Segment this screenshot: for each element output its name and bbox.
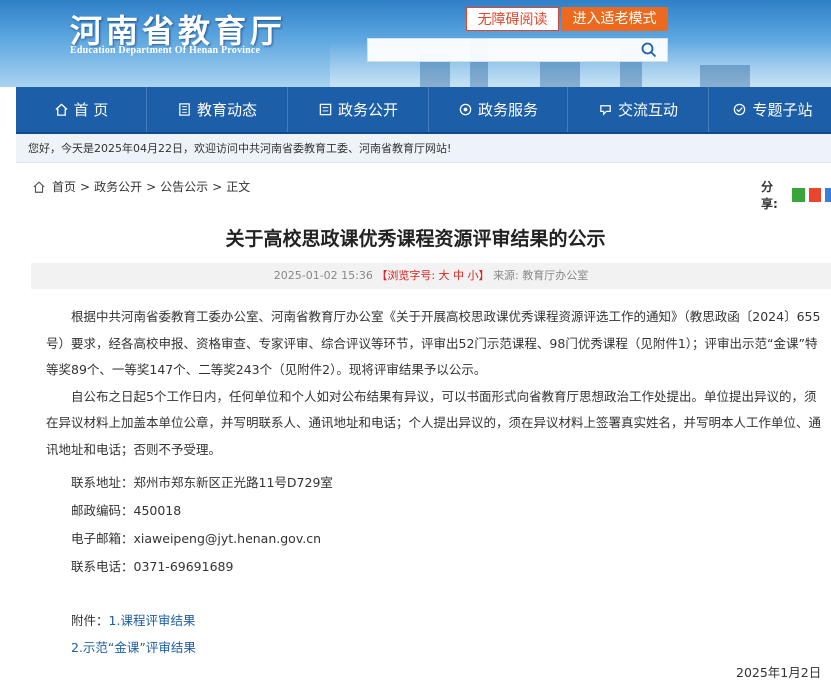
contact-postcode: 邮政编码：450018 [71, 503, 182, 518]
contact-email: 电子邮箱：xiaweipeng@jyt.henan.gov.cn [71, 531, 322, 546]
welcome-bar: 您好，今天是2025年04月22日，欢迎访问中共河南省委教育工委、河南省教育厅网… [16, 134, 831, 163]
wechat-share-icon[interactable] [791, 188, 805, 202]
breadcrumb-current: 正文 [226, 180, 251, 194]
breadcrumb-section[interactable]: 政务公开 [94, 178, 142, 195]
header-building [700, 65, 750, 87]
sign-date: 2025年1月2日 [736, 665, 822, 680]
service-icon [459, 103, 472, 116]
document-icon [319, 103, 332, 116]
nav-label: 首 页 [73, 101, 109, 119]
nav-label: 交流互动 [617, 101, 678, 119]
news-icon [179, 103, 190, 116]
breadcrumb: 首页 > 政务公开 > 公告公示 > 正文 [32, 178, 254, 195]
nav-item-home[interactable]: 首 页 [16, 87, 147, 132]
nav-label: 政务服务 [477, 101, 538, 119]
breadcrumb-home[interactable]: 首页 [52, 178, 76, 195]
breadcrumb-separator: > [212, 179, 223, 194]
qq-share-icon[interactable] [825, 188, 831, 202]
article-source: 来源: 教育厅办公室 [493, 269, 589, 282]
article-paragraph: 根据中共河南省委教育工委办公室、河南省教育厅办公室《关于开展高校思政课优秀课程资… [46, 309, 821, 377]
weibo-share-icon[interactable] [808, 188, 822, 202]
home-icon [33, 180, 45, 193]
header-building [540, 61, 580, 87]
elder-mode-button[interactable]: 进入适老模式 [561, 7, 668, 31]
attachments-label: 附件： [71, 613, 109, 628]
article-meta: 2025-01-02 15:36 【浏览字号: 大 中 小】 来源: 教育厅办公… [31, 263, 831, 289]
breadcrumb-separator: > [80, 179, 91, 194]
share-label: 分享: [761, 180, 778, 211]
attachment-link-1[interactable]: 1.课程评审结果 [109, 613, 196, 628]
main-nav: 首 页 教育动态 政务公开 政务服务 交流互动 专题子站 [16, 87, 831, 134]
article-body: 根据中共河南省委教育工委办公室、河南省教育厅办公室《关于开展高校思政课优秀课程资… [46, 304, 822, 463]
nav-item-interaction[interactable]: 交流互动 [568, 87, 709, 132]
nav-item-public[interactable]: 政务公开 [288, 87, 429, 132]
attachment-link-2[interactable]: 2.示范“金课”评审结果 [71, 640, 196, 655]
article-title: 关于高校思政课优秀课程资源评审结果的公示 [225, 228, 606, 250]
breadcrumb-separator: > [146, 179, 157, 194]
nav-item-topic[interactable]: 专题子站 [709, 87, 831, 132]
nav-label: 教育动态 [196, 101, 257, 119]
interaction-icon [600, 105, 611, 116]
nav-label: 政务公开 [337, 101, 398, 119]
contact-address: 联系地址：郑州市郑东新区正光路11号D729室 [71, 475, 333, 490]
breadcrumb-sub[interactable]: 公告公示 [160, 178, 208, 195]
attachment-line-1: 附件：1.课程评审结果 [71, 610, 195, 629]
site-header: 河南省教育厅 Education Department Of Henan Pro… [0, 0, 831, 87]
attachment-line-2: 2.示范“金课”评审结果 [71, 637, 196, 656]
nav-item-service[interactable]: 政务服务 [429, 87, 568, 132]
share-bar: 分享: [761, 178, 831, 212]
home-icon [55, 103, 68, 116]
font-size-control[interactable]: 【浏览字号: 大 中 小】 [376, 269, 489, 282]
publish-date: 2025-01-02 15:36 [273, 269, 373, 282]
contact-phone: 联系电话：0371-69691689 [71, 559, 234, 574]
article-paragraph: 自公布之日起5个工作日内，任何单位和个人如对公布结果有异议，可以书面形式向省教育… [46, 388, 822, 457]
site-logo-english: Education Department Of Henan Province [70, 45, 261, 56]
nav-label: 专题子站 [752, 101, 813, 119]
topic-icon [734, 103, 746, 116]
accessibility-button[interactable]: 无障碍阅读 [466, 7, 559, 31]
search-icon[interactable] [641, 42, 657, 58]
nav-item-news[interactable]: 教育动态 [147, 87, 288, 132]
search-input[interactable] [367, 38, 668, 62]
